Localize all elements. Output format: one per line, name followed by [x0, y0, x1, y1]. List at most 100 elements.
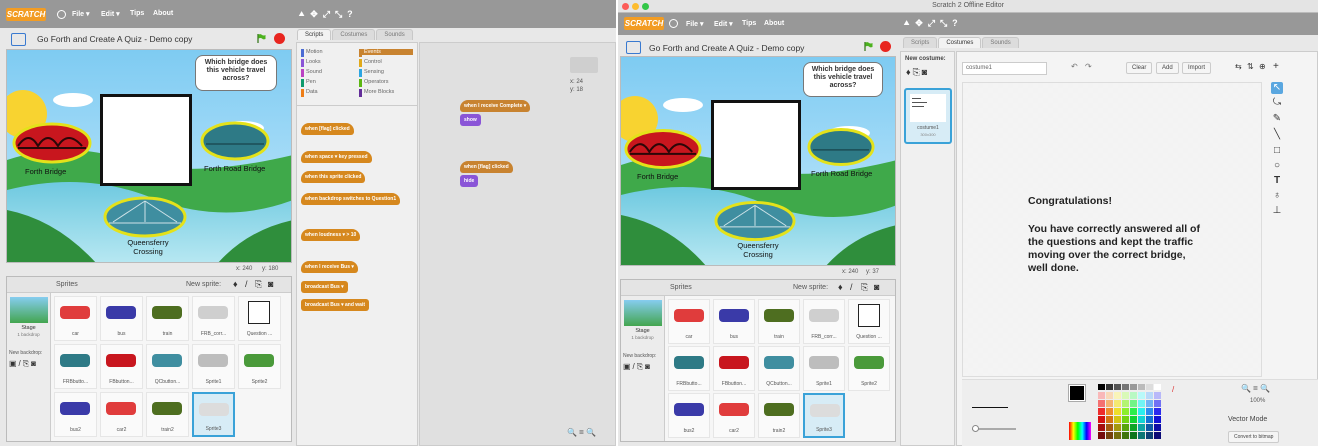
sprite-tile[interactable]: bus	[713, 299, 755, 344]
cut-icon[interactable]: ✥	[915, 18, 923, 29]
flip-horizontal-icon[interactable]: ⇆	[1235, 62, 1242, 71]
upload-sprite-icon[interactable]: ⎘	[255, 279, 262, 290]
backdrop-tools-icon-right[interactable]: ▣/⎘◙	[623, 362, 652, 372]
swatch[interactable]	[1122, 416, 1129, 423]
project-title-right[interactable]: Go Forth and Create A Quiz - Demo copy	[649, 43, 804, 53]
sprite-tile[interactable]: Sprite1	[803, 346, 845, 391]
cut-icon[interactable]: ✥	[310, 9, 318, 20]
sprite-tile[interactable]: Sprite3	[192, 392, 235, 437]
swatch[interactable]	[1154, 392, 1161, 399]
swatch[interactable]	[1114, 384, 1121, 390]
costume-tools-icon[interactable]: ♦⎘◙	[906, 67, 929, 78]
stage[interactable]: Which bridge does this vehicle travel ac…	[6, 49, 292, 263]
stop-icon-right[interactable]	[880, 41, 891, 52]
swatch[interactable]	[1098, 432, 1105, 439]
grow-icon[interactable]: ⤢	[323, 9, 330, 20]
category-more-blocks[interactable]: More Blocks	[359, 89, 394, 97]
swatch[interactable]	[1154, 384, 1161, 390]
swatch[interactable]	[1122, 424, 1129, 431]
sprite-tile[interactable]: FBbutton...	[100, 344, 143, 389]
help-icon[interactable]: ?	[347, 9, 353, 20]
swatch[interactable]	[1098, 384, 1105, 390]
palette-block[interactable]: when I receive Bus ▾	[301, 261, 358, 273]
swatch[interactable]	[1146, 384, 1153, 390]
swatch[interactable]	[1138, 384, 1145, 390]
swatch[interactable]	[1106, 384, 1113, 390]
slider-knob[interactable]	[972, 425, 979, 432]
swatch[interactable]	[1130, 392, 1137, 399]
help-icon[interactable]: ?	[952, 18, 958, 29]
swatch[interactable]	[1130, 432, 1137, 439]
sprite-tile[interactable]: bus2	[668, 393, 710, 438]
palette-block[interactable]: broadcast Bus ▾ and wait	[301, 299, 370, 311]
sprite-tile[interactable]: train2	[758, 393, 800, 438]
script2-hat-block[interactable]: when [flag] clicked	[460, 161, 513, 173]
undo-icon[interactable]: ↶	[1071, 62, 1078, 71]
green-flag-icon[interactable]	[256, 33, 266, 43]
swatch[interactable]	[1138, 432, 1145, 439]
duplicate-icon[interactable]: ⯅	[298, 9, 305, 20]
costume-name-input[interactable]: costume1	[962, 62, 1047, 75]
forth-bridge-button[interactable]	[12, 122, 92, 164]
swatch[interactable]	[1114, 416, 1121, 423]
stop-icon[interactable]	[274, 33, 285, 44]
swatch[interactable]	[1098, 392, 1105, 399]
script1-show-block[interactable]: show	[460, 114, 481, 126]
globe-icon[interactable]	[57, 10, 66, 19]
tab-sounds[interactable]: Sounds	[376, 29, 413, 40]
tab-costumes-right[interactable]: Costumes	[938, 37, 982, 48]
swatch[interactable]	[1138, 424, 1145, 431]
paint-sprite-icon-right[interactable]: /	[850, 282, 853, 292]
sprite-tile[interactable]: Sprite2	[238, 344, 281, 389]
sprite-tile[interactable]: train	[758, 299, 800, 344]
swatch[interactable]	[1130, 400, 1137, 407]
palette-block[interactable]: when loudness ▾ > 10	[301, 229, 361, 241]
sprite-tile[interactable]: Question ...	[848, 299, 890, 344]
tab-scripts[interactable]: Scripts	[297, 29, 332, 40]
paint-zoom-controls[interactable]: 🔍 = 🔍	[1241, 384, 1270, 393]
swatch[interactable]	[1138, 400, 1145, 407]
menu-file[interactable]: File ▾	[72, 10, 90, 18]
swatch[interactable]	[1138, 408, 1145, 415]
paint-sprite-icon[interactable]: /	[245, 279, 248, 289]
script2-hide-block[interactable]: hide	[460, 175, 479, 187]
sprite-tile[interactable]: bus2	[54, 392, 97, 437]
green-flag-icon-right[interactable]	[863, 41, 873, 51]
menu-tips-right[interactable]: Tips	[742, 20, 756, 27]
pencil-tool-icon[interactable]: ✎	[1271, 113, 1283, 125]
category-operators[interactable]: Operators	[359, 79, 388, 87]
eyedropper-icon[interactable]: /	[1172, 385, 1174, 394]
primary-color[interactable]	[1068, 384, 1086, 402]
swatch[interactable]	[1106, 408, 1113, 415]
costume1-tile[interactable]: ▬▬▬ ▬▬▬▬▬ ▬▬▬▬ costume1 300x300	[904, 88, 952, 144]
category-control[interactable]: Control	[359, 59, 382, 67]
forth-road-bridge-button-right[interactable]	[807, 127, 875, 167]
sprite-tile[interactable]: Sprite3	[803, 393, 845, 438]
camera-sprite-icon[interactable]: ◙	[268, 279, 273, 289]
scratch-logo[interactable]: SCRATCH	[6, 8, 46, 21]
swatch[interactable]	[1122, 392, 1129, 399]
swatch[interactable]	[1106, 392, 1113, 399]
sprite-tile[interactable]: train2	[146, 392, 189, 437]
costume-center-icon[interactable]: ⊕	[1259, 62, 1266, 71]
category-sensing[interactable]: Sensing	[359, 69, 384, 77]
swatch[interactable]	[1146, 432, 1153, 439]
swatch[interactable]	[1154, 424, 1161, 431]
presentation-mode-icon[interactable]	[11, 33, 26, 46]
duplicate-icon[interactable]: ⯅	[903, 18, 910, 29]
swatch[interactable]	[1114, 424, 1121, 431]
set-center-icon[interactable]: +	[1273, 61, 1279, 72]
select-tool-icon[interactable]: ↖	[1271, 82, 1283, 94]
globe-icon-right[interactable]	[669, 19, 678, 28]
forth-bridge-button-right[interactable]	[624, 128, 702, 170]
sprite-tile[interactable]: QCbutton...	[758, 346, 800, 391]
sprite-tile[interactable]: train	[146, 296, 189, 341]
sprite-tile[interactable]: QCbutton...	[146, 344, 189, 389]
convert-to-bitmap-button[interactable]: Convert to bitmap	[1228, 431, 1280, 443]
forth-road-bridge-button[interactable]	[200, 121, 270, 161]
upload-sprite-icon-right[interactable]: ⎘	[861, 282, 868, 293]
stamp-tool-icon[interactable]: ⊥	[1271, 205, 1283, 217]
swatch[interactable]	[1154, 416, 1161, 423]
palette-block[interactable]: when space ▾ key pressed	[301, 151, 372, 163]
swatch[interactable]	[1146, 416, 1153, 423]
